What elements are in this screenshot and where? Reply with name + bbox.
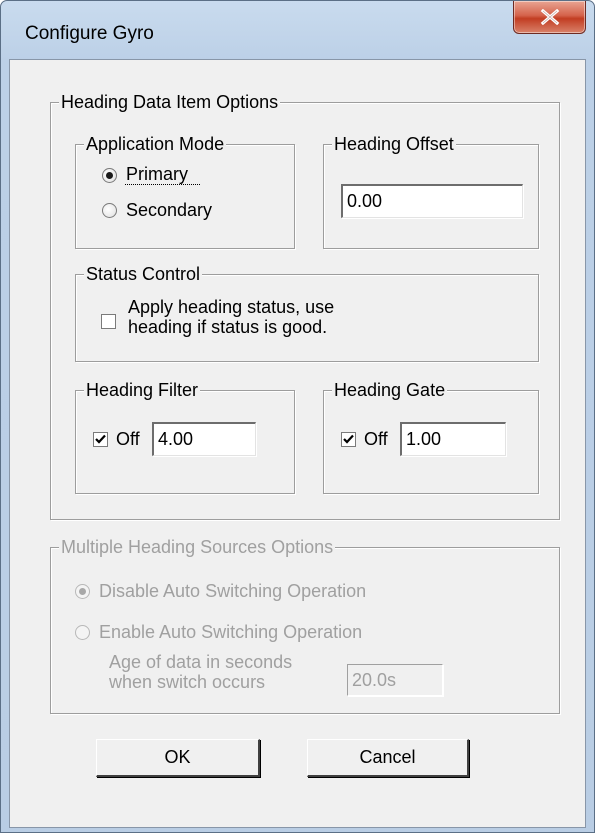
heading-data-legend: Heading Data Item Options — [59, 91, 281, 113]
checkmark-icon — [343, 434, 354, 444]
age-label-line2: when switch occurs — [109, 672, 266, 692]
heading-gate-off-checkbox[interactable] — [341, 432, 356, 447]
dialog-client-area: Heading Data Item Options Application Mo… — [9, 59, 586, 828]
secondary-radio-label[interactable]: Secondary — [126, 199, 212, 221]
age-of-data-input[interactable]: 20.0s — [347, 664, 443, 696]
apply-heading-status-checkbox[interactable] — [101, 314, 116, 329]
heading-gate-input[interactable]: 1.00 — [400, 422, 506, 456]
heading-offset-legend: Heading Offset — [332, 133, 456, 155]
heading-gate-group: Heading Gate Off 1.00 — [323, 379, 539, 494]
status-control-legend: Status Control — [84, 263, 203, 285]
application-mode-legend: Application Mode — [84, 133, 227, 155]
age-label-line1: Age of data in seconds — [109, 652, 293, 672]
heading-gate-legend: Heading Gate — [332, 379, 448, 401]
cancel-button[interactable]: Cancel — [307, 739, 469, 777]
heading-filter-off-checkbox[interactable] — [93, 432, 108, 447]
title-bar[interactable]: Configure Gyro — [1, 1, 594, 59]
close-icon — [540, 9, 560, 25]
ok-button[interactable]: OK — [96, 739, 260, 777]
heading-offset-group: Heading Offset 0.00 — [323, 133, 539, 249]
secondary-radio[interactable] — [102, 203, 117, 218]
heading-filter-input[interactable]: 4.00 — [152, 422, 256, 456]
dialog-window: Configure Gyro Heading Data Item Options… — [0, 0, 595, 833]
radio-dot-icon — [106, 172, 113, 179]
window-title: Configure Gyro — [25, 23, 154, 44]
close-button[interactable] — [513, 1, 586, 34]
heading-filter-group: Heading Filter Off 4.00 — [75, 379, 295, 494]
heading-filter-legend: Heading Filter — [84, 379, 201, 401]
status-control-group: Status Control Apply heading status, use… — [75, 263, 539, 362]
heading-data-group: Heading Data Item Options Application Mo… — [50, 91, 560, 520]
disable-auto-switching-radio[interactable] — [75, 584, 90, 599]
apply-heading-status-label-line2[interactable]: heading if status is good. — [128, 316, 327, 338]
heading-offset-input[interactable]: 0.00 — [341, 184, 523, 218]
enable-auto-switching-label[interactable]: Enable Auto Switching Operation — [99, 621, 362, 643]
disable-auto-switching-label[interactable]: Disable Auto Switching Operation — [99, 580, 366, 602]
checkmark-icon — [95, 434, 106, 444]
heading-gate-off-label[interactable]: Off — [364, 428, 388, 450]
multiple-sources-group: Multiple Heading Sources Options Disable… — [50, 536, 560, 714]
multiple-sources-legend: Multiple Heading Sources Options — [59, 536, 336, 558]
enable-auto-switching-radio[interactable] — [75, 625, 90, 640]
primary-radio[interactable] — [102, 168, 117, 183]
heading-filter-off-label[interactable]: Off — [116, 428, 140, 450]
focus-indicator — [125, 184, 200, 185]
radio-dot-icon — [79, 588, 86, 595]
primary-radio-label[interactable]: Primary — [126, 163, 188, 185]
apply-heading-status-label-line1[interactable]: Apply heading status, use — [128, 296, 334, 318]
application-mode-group: Application Mode Primary Secondary — [75, 133, 295, 249]
